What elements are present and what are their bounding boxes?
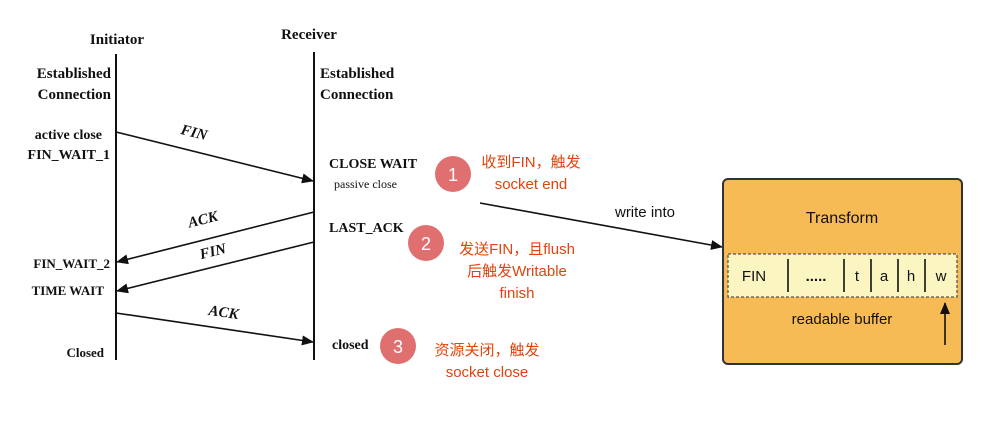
initiator-established-line2: Connection	[38, 87, 112, 103]
initiator-established-line1: Established	[37, 66, 112, 82]
step-2-note-line3: finish	[499, 285, 534, 302]
fin-arrow-1	[115, 131, 314, 184]
transform-title: Transform	[806, 210, 878, 227]
initiator-title: Initiator	[90, 32, 145, 48]
write-into-label: write into	[614, 204, 675, 221]
passive-close-label: passive close	[334, 177, 397, 191]
ack-label-1: ACK	[186, 208, 221, 231]
ack-label-2: ACK	[207, 303, 241, 323]
initiator-closed-label: Closed	[66, 345, 104, 360]
step-3-note-line2: socket close	[446, 364, 529, 381]
fin-wait-2-label: FIN_WAIT_2	[33, 256, 110, 271]
fin-wait-1-label: FIN_WAIT_1	[28, 148, 110, 163]
fin-label-2: FIN	[197, 241, 229, 264]
buffer-cell-ellipsis: .....	[806, 268, 827, 285]
step-3-note-line1: 资源关闭，触发	[434, 342, 539, 359]
step-2-number: 2	[421, 234, 431, 254]
step-1-note-line2: socket end	[495, 176, 568, 193]
step-1-note-line1: 收到FIN，触发	[481, 154, 580, 171]
tcp-close-diagram: Initiator Receiver Established Connectio…	[28, 27, 963, 381]
buffer-cell-fin: FIN	[742, 268, 766, 285]
readable-buffer-label: readable buffer	[792, 311, 893, 328]
buffer-cell-a: a	[880, 268, 889, 285]
receiver-title: Receiver	[281, 27, 337, 43]
last-ack-label: LAST_ACK	[329, 221, 404, 236]
receiver-established-line2: Connection	[320, 87, 394, 103]
receiver-established-line1: Established	[320, 66, 395, 82]
step-2-note-line1: 发送FIN，且flush	[459, 241, 575, 258]
receiver-closed-label: closed	[332, 338, 369, 353]
close-wait-label: CLOSE WAIT	[329, 157, 418, 172]
buffer-cell-h: h	[907, 268, 915, 285]
active-close-label: active close	[35, 128, 102, 143]
fin-label-1: FIN	[178, 122, 210, 145]
time-wait-label: TIME WAIT	[32, 283, 105, 298]
step-3-number: 3	[393, 337, 403, 357]
step-1-number: 1	[448, 165, 458, 185]
buffer-cell-w: w	[935, 268, 947, 285]
step-2-note-line2: 后触发Writable	[467, 263, 567, 280]
